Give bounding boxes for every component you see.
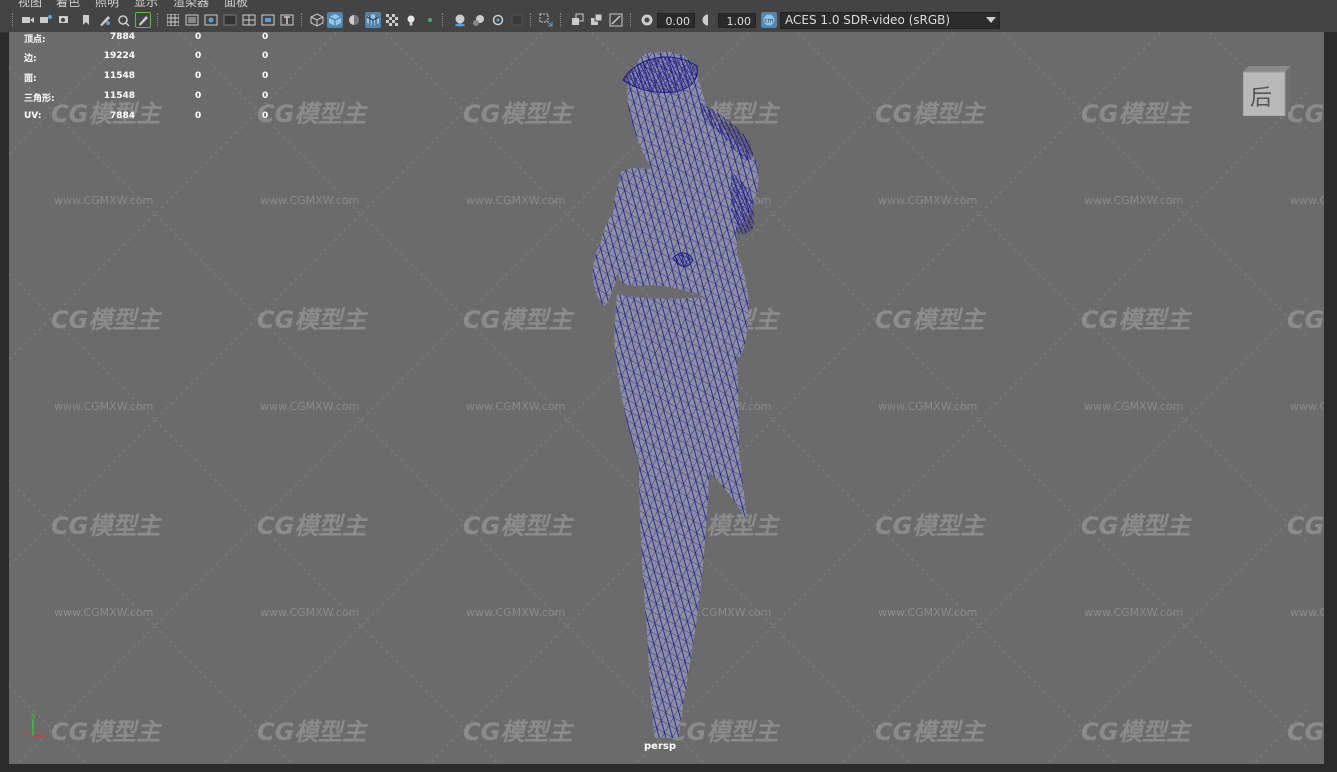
hud-value: 19224 — [103, 51, 135, 61]
2d-pan-zoom-icon[interactable] — [97, 12, 113, 28]
color-management-value: ACES 1.0 SDR-video (sRGB) — [785, 13, 951, 27]
safe-title-icon[interactable] — [279, 12, 295, 28]
menu-shading[interactable]: 着色 — [56, 0, 80, 8]
menu-view[interactable]: 视图 — [18, 0, 42, 8]
hud-value: 11548 — [103, 71, 135, 81]
camera-name-label: persp — [644, 741, 676, 752]
toolbar-separator — [157, 13, 160, 27]
gamma-icon[interactable] — [700, 12, 716, 28]
axis-x-label: x — [24, 729, 30, 739]
toolbar-separator — [630, 13, 633, 27]
safe-action-icon[interactable] — [260, 12, 276, 28]
menu-lighting[interactable]: 照明 — [95, 0, 119, 8]
bottom-panel-edge — [0, 764, 1337, 772]
camera-attributes-icon[interactable] — [38, 12, 54, 28]
textured-icon[interactable] — [384, 12, 400, 28]
bookmark-icon[interactable] — [57, 12, 73, 28]
menu-renderer[interactable]: 渲染器 — [173, 0, 209, 8]
image-plane-icon[interactable] — [78, 12, 94, 28]
motion-blur-icon[interactable] — [471, 12, 487, 28]
hud-value: 0 — [195, 111, 202, 121]
hud-label: 顶点: — [24, 35, 46, 45]
hud-value: 0 — [195, 91, 202, 101]
hud-label: 面: — [24, 74, 37, 84]
view-transform-icon[interactable]: cm — [761, 12, 777, 28]
maya-window: 视图 着色 照明 显示 渲染器 面板 0.00 1.00 cm ACES 1.0… — [0, 0, 1337, 772]
grid-icon[interactable] — [165, 12, 181, 28]
menu-panels[interactable]: 面板 — [224, 0, 248, 8]
camera-select-icon[interactable] — [20, 12, 36, 28]
resolution-gate-icon[interactable] — [203, 12, 219, 28]
field-chart-icon[interactable] — [241, 12, 257, 28]
film-gate-icon[interactable] — [184, 12, 200, 28]
view-cube[interactable]: 后 — [1242, 66, 1291, 117]
hud-value: 11548 — [103, 91, 135, 101]
svg-text:cm: cm — [764, 18, 773, 25]
hud-value: 0 — [195, 51, 202, 61]
hud-value: 0 — [262, 32, 269, 42]
toolbar-separator — [12, 13, 15, 27]
hud-label: 边: — [24, 54, 37, 64]
right-panel-edge — [1324, 32, 1337, 772]
menu-show[interactable]: 显示 — [134, 0, 158, 8]
shadows-icon[interactable] — [422, 12, 438, 28]
hud-value: 0 — [262, 51, 269, 61]
exposure-field[interactable]: 0.00 — [657, 13, 695, 28]
depth-of-field-icon[interactable] — [509, 12, 525, 28]
view-cube-face-label: 后 — [1250, 86, 1273, 111]
hud-label: 三角形: — [24, 94, 55, 104]
exposure-icon[interactable] — [639, 12, 655, 28]
use-all-lights-icon[interactable] — [403, 12, 419, 28]
screen-space-ao-icon[interactable] — [452, 12, 468, 28]
panel-toolbar: 0.00 1.00 cm ACES 1.0 SDR-video (sRGB) — [0, 8, 1337, 33]
perspective-viewport[interactable]: CG模型主CG模型主CG模型主CG模型主CG模型主CG模型主CG模型主CG模型主… — [9, 32, 1324, 764]
gate-mask-icon[interactable] — [222, 12, 238, 28]
default-material-icon[interactable] — [346, 12, 362, 28]
hud-value: 7884 — [109, 32, 135, 42]
isolate-select-icon[interactable] — [538, 12, 554, 28]
character-wireframe-mesh[interactable] — [9, 32, 1324, 764]
axis-y-label: y — [31, 711, 37, 721]
hud-value: 0 — [262, 111, 269, 121]
panel-menu-bar: 视图 着色 照明 显示 渲染器 面板 — [0, 0, 1337, 8]
toolbar-separator — [560, 13, 563, 27]
backface-culling-icon[interactable] — [608, 12, 624, 28]
hud-label: UV: — [24, 111, 42, 121]
xray-icon[interactable] — [570, 12, 586, 28]
axis-gizmo: y x — [23, 711, 53, 742]
hud-value: 0 — [195, 32, 202, 42]
wireframe-icon[interactable] — [309, 12, 325, 28]
multisample-aa-icon[interactable] — [490, 12, 506, 28]
toolbar-separator — [301, 13, 304, 27]
pencil-draw-icon[interactable] — [135, 12, 151, 28]
hud-value: 7884 — [109, 111, 135, 121]
smooth-shade-icon[interactable] — [327, 12, 343, 28]
hud-value: 0 — [195, 71, 202, 81]
hud-value: 0 — [262, 91, 269, 101]
hud-value: 0 — [262, 71, 269, 81]
xray-joints-icon[interactable] — [589, 12, 605, 28]
gamma-field[interactable]: 1.00 — [718, 13, 756, 28]
toolbar-separator — [530, 13, 533, 27]
toolbar-separator — [442, 13, 445, 27]
grease-pencil-icon[interactable] — [116, 12, 132, 28]
color-management-dropdown[interactable]: ACES 1.0 SDR-video (sRGB) — [780, 12, 1000, 29]
chevron-down-icon — [986, 17, 996, 23]
wireframe-on-shaded-icon[interactable] — [365, 12, 381, 28]
